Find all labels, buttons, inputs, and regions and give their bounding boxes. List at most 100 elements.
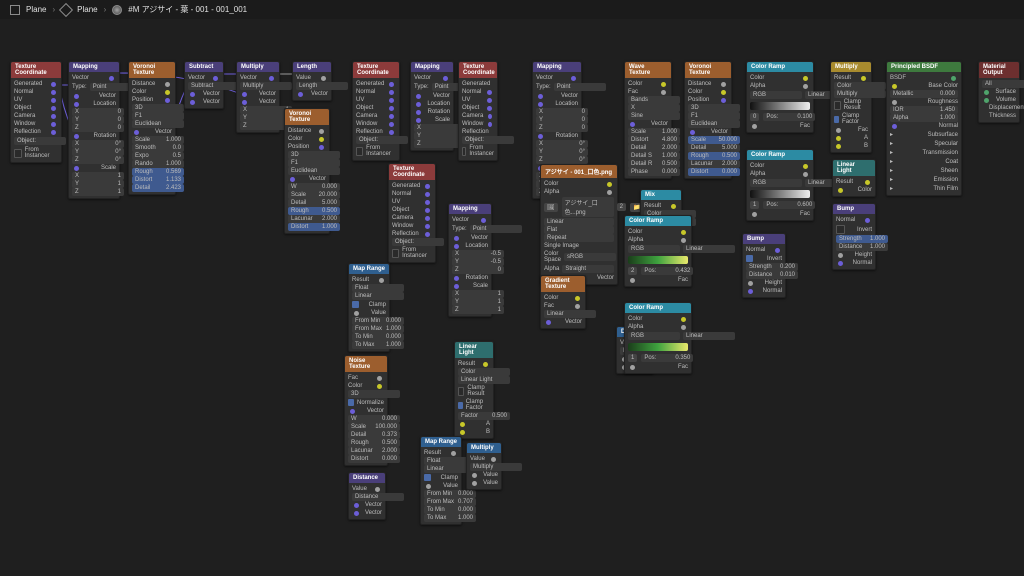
dd[interactable]: Float bbox=[352, 284, 404, 292]
gradient-widget[interactable] bbox=[750, 102, 810, 110]
f[interactable]: Lacunar2.000 bbox=[348, 447, 400, 455]
y[interactable]: Y0° bbox=[536, 148, 588, 156]
node-header[interactable]: Linear Light bbox=[833, 160, 875, 176]
cb[interactable] bbox=[834, 101, 841, 110]
f[interactable]: W0.000 bbox=[288, 183, 340, 191]
dd[interactable]: Linear bbox=[683, 332, 735, 340]
node-map-range[interactable]: Map Range Result Float Linear Clamp Valu… bbox=[348, 263, 390, 352]
x-field[interactable]: X1 bbox=[72, 172, 124, 180]
node-map-range[interactable]: Map Range Result Float Linear Clamp Valu… bbox=[420, 436, 462, 525]
node-header[interactable]: Voronoi Texture bbox=[129, 62, 175, 78]
in-b[interactable]: Vector bbox=[259, 99, 276, 105]
node-header[interactable]: Color Ramp bbox=[747, 150, 813, 160]
gradient-widget[interactable] bbox=[750, 190, 810, 198]
f[interactable]: Lacunar2.000 bbox=[288, 215, 340, 223]
node-gradient-texture[interactable]: Gradient Texture Color Fac Linear Vector bbox=[540, 275, 586, 329]
node-header[interactable]: Gradient Texture bbox=[541, 276, 585, 292]
node-color-ramp[interactable]: Color Ramp Color Alpha RGBLinear 1Pos:0.… bbox=[624, 302, 692, 374]
y[interactable]: Y-0.5 bbox=[452, 258, 504, 266]
dd[interactable]: Distance bbox=[352, 493, 404, 501]
node-texture-coordinate[interactable]: Texture Coordinate Generated Normal UV O… bbox=[352, 61, 400, 161]
node-mapping[interactable]: Mapping Vector Type:Point Vector Locatio… bbox=[448, 203, 492, 317]
op-dropdown[interactable]: Length bbox=[296, 82, 348, 90]
users[interactable]: 2 bbox=[617, 203, 626, 211]
f[interactable]: Detail0.373 bbox=[348, 431, 400, 439]
dd[interactable]: Point bbox=[470, 225, 522, 233]
node-distance[interactable]: Distance Value Distance Vector Vector bbox=[348, 472, 386, 520]
node-texture-coordinate[interactable]: Texture Coordinate Generated Normal UV O… bbox=[10, 61, 62, 163]
node-header[interactable]: アジサイ - 001_口色.png bbox=[541, 165, 617, 178]
hl-field[interactable]: Detail2.423 bbox=[132, 184, 184, 192]
hl-field[interactable]: Distort1.133 bbox=[132, 176, 184, 184]
node-header[interactable]: Subtract bbox=[185, 62, 223, 72]
x[interactable]: X0° bbox=[536, 140, 588, 148]
object-field[interactable]: Object: bbox=[356, 136, 408, 144]
in-location[interactable]: Location bbox=[93, 101, 116, 107]
dd[interactable]: Linear bbox=[352, 292, 404, 300]
dd[interactable]: Straight bbox=[562, 265, 614, 273]
dist-dropdown[interactable]: Euclidean bbox=[132, 120, 184, 128]
in[interactable]: Rotation bbox=[556, 133, 578, 139]
in[interactable]: Rotation bbox=[466, 275, 488, 281]
cb[interactable] bbox=[458, 402, 463, 409]
node-color-ramp[interactable]: Color Ramp Color Alpha RGBLinear 0Pos:0.… bbox=[746, 61, 814, 133]
f[interactable]: Lacunar2.000 bbox=[688, 160, 740, 168]
f[interactable]: Distort1.000 bbox=[288, 223, 340, 231]
mode-dropdown[interactable]: F1 bbox=[288, 159, 340, 167]
node-noise-texture[interactable]: Noise Texture Fac Color 3D Normalize Vec… bbox=[344, 355, 388, 466]
node-header[interactable]: Texture Coordinate bbox=[353, 62, 399, 78]
node-color-ramp[interactable]: Color Ramp Color Alpha RGBLinear 1Pos:0.… bbox=[746, 149, 814, 221]
f[interactable]: Scale50.000 bbox=[688, 136, 740, 144]
y[interactable]: Y0 bbox=[536, 116, 588, 124]
stop[interactable]: 1 bbox=[628, 354, 637, 362]
dd[interactable]: 3D bbox=[348, 390, 400, 398]
f[interactable]: Scale100.000 bbox=[348, 423, 400, 431]
f[interactable]: Detail5.000 bbox=[688, 144, 740, 152]
node-mapping[interactable]: Mapping Vector Type:Point Vector Locatio… bbox=[410, 61, 454, 151]
node-voronoi-texture[interactable]: Voronoi Texture Distance Color Position … bbox=[684, 61, 732, 179]
node-header[interactable]: Texture Coordinate bbox=[459, 62, 497, 78]
f[interactable]: Distort0.000 bbox=[688, 168, 740, 176]
node-header[interactable]: Color Ramp bbox=[625, 216, 691, 226]
dd[interactable]: Color bbox=[834, 82, 886, 90]
file-field[interactable]: アジサイ_口色...png bbox=[562, 197, 614, 217]
f[interactable]: Rough0.500 bbox=[348, 439, 400, 447]
panel[interactable]: Specular bbox=[934, 141, 958, 147]
dim-dropdown[interactable]: 3D bbox=[132, 104, 184, 112]
img-icon[interactable]: 🖼 bbox=[544, 203, 558, 212]
dd[interactable]: Point bbox=[554, 83, 606, 91]
node-header[interactable]: Noise Texture bbox=[345, 356, 387, 372]
dd[interactable]: RGB bbox=[628, 332, 680, 340]
x[interactable]: X0 bbox=[536, 108, 588, 116]
target-dropdown[interactable]: All bbox=[982, 80, 1024, 88]
x-field[interactable]: X0° bbox=[72, 140, 124, 148]
f[interactable]: Detail2.000 bbox=[628, 144, 680, 152]
stop[interactable]: 0 bbox=[750, 113, 759, 121]
f[interactable]: To Max1.000 bbox=[352, 341, 404, 349]
node-header[interactable]: Material Output bbox=[979, 62, 1019, 78]
node-header[interactable]: Voronoi Texture bbox=[685, 62, 731, 78]
in[interactable]: Scale bbox=[473, 283, 488, 289]
f[interactable]: To Min0.000 bbox=[352, 333, 404, 341]
op-dropdown[interactable]: Subtract bbox=[188, 82, 240, 90]
x-field[interactable]: X0 bbox=[72, 108, 124, 116]
node-mapping[interactable]: Mapping Vector Type:Point Vector Locatio… bbox=[68, 61, 120, 199]
node-wave-texture[interactable]: Wave Texture Color Fac Bands X Sine Vect… bbox=[624, 61, 672, 179]
node-voronoi-texture[interactable]: Voronoi Texture Distance Color Position … bbox=[284, 108, 330, 234]
node-header[interactable]: Multiply bbox=[831, 62, 871, 72]
cb[interactable] bbox=[834, 116, 839, 123]
f[interactable]: Scale20.000 bbox=[288, 191, 340, 199]
node-multiply[interactable]: Multiply Value Multiply Value Value bbox=[466, 442, 502, 490]
x[interactable]: X-0.5 bbox=[452, 250, 504, 258]
f[interactable]: Strength0.200 bbox=[746, 263, 798, 271]
cb[interactable] bbox=[458, 387, 464, 396]
hl-field[interactable]: Rough0.569 bbox=[132, 168, 184, 176]
in[interactable]: Rotation bbox=[428, 109, 450, 115]
dd[interactable]: sRGB bbox=[564, 253, 616, 261]
cb[interactable] bbox=[348, 399, 354, 406]
metallic-field[interactable]: Metallic0.000 bbox=[890, 90, 958, 98]
gradient-widget[interactable] bbox=[628, 343, 688, 351]
pos-field[interactable]: Pos:0.432 bbox=[641, 267, 693, 275]
node-header[interactable]: Mapping bbox=[411, 62, 453, 72]
pos-field[interactable]: Pos:0.100 bbox=[763, 113, 815, 121]
